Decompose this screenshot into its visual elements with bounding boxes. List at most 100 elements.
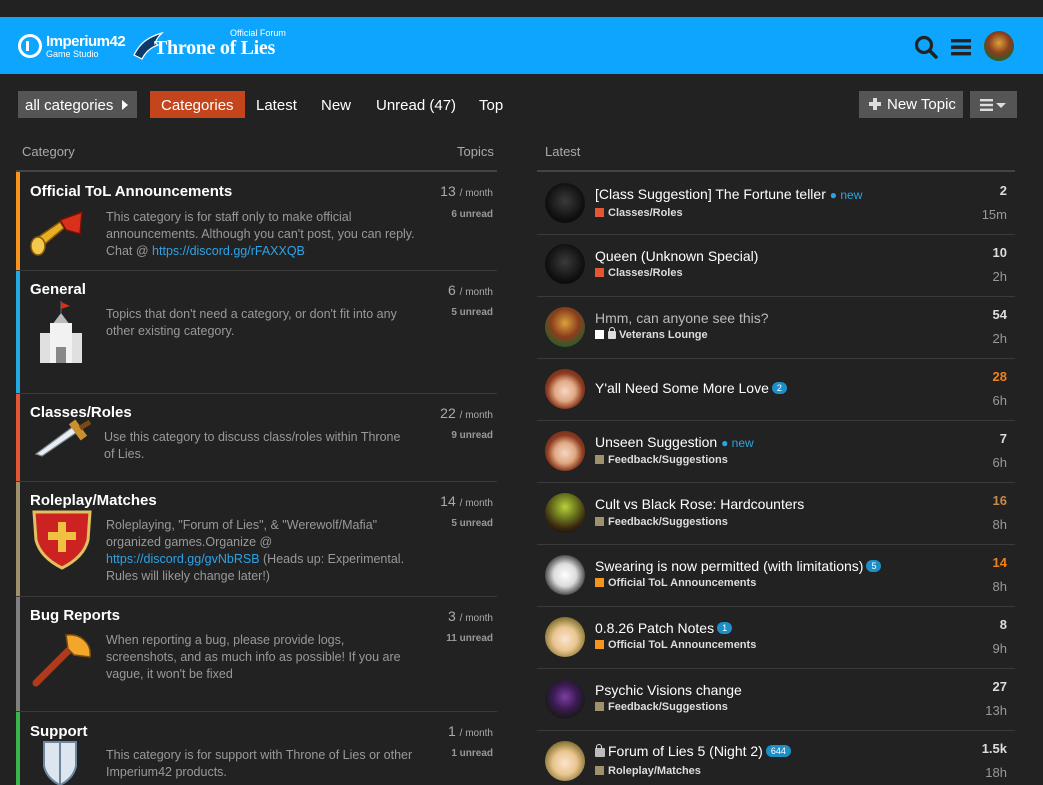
user-avatar[interactable] — [545, 369, 585, 409]
logo-sub-text: Game Studio — [46, 49, 99, 59]
category-color-bar — [16, 712, 20, 785]
tab-new[interactable]: New — [321, 91, 351, 118]
topic-title-text: Y'all Need Some More Love — [595, 380, 769, 396]
unread-count[interactable]: 1 unread — [451, 748, 493, 759]
activity-age[interactable]: 18h — [985, 765, 1007, 780]
activity-age[interactable]: 13h — [985, 703, 1007, 718]
user-avatar[interactable] — [545, 244, 585, 284]
topic-row[interactable]: Psychic Visions change Feedback/Suggesti… — [537, 669, 1015, 731]
user-avatar[interactable] — [545, 431, 585, 471]
category-row[interactable]: Classes/Roles Use this category to discu… — [16, 394, 497, 482]
topic-category[interactable]: Official ToL Announcements — [595, 577, 756, 589]
list-caret-icon — [980, 99, 1006, 111]
topic-row[interactable]: Swearing is now permitted (with limitati… — [537, 545, 1015, 607]
discord-link[interactable]: https://discord.gg/gvNbRSB — [106, 552, 260, 566]
activity-age[interactable]: 2h — [993, 269, 1007, 284]
user-avatar[interactable] — [545, 493, 585, 533]
topic-title[interactable]: Swearing is now permitted (with limitati… — [595, 558, 882, 574]
topic-title[interactable]: Forum of Lies 5 (Night 2) 644 — [595, 743, 791, 759]
topic-title[interactable]: 0.8.26 Patch Notes 1 — [595, 620, 733, 636]
category-description: Topics that don't need a category, or do… — [106, 307, 397, 338]
activity-age[interactable]: 6h — [993, 455, 1007, 470]
category-description: This category is for staff only to make … — [106, 209, 416, 260]
tab-unread[interactable]: Unread (47) — [376, 91, 456, 118]
topic-title[interactable]: Y'all Need Some More Love 2 — [595, 380, 787, 396]
topic-category[interactable]: Official ToL Announcements — [595, 639, 756, 651]
castle-icon — [40, 301, 82, 363]
topic-category[interactable]: Feedback/Suggestions — [595, 701, 728, 713]
category-description: Use this category to discuss class/roles… — [104, 430, 401, 461]
unread-count[interactable]: 5 unread — [451, 518, 493, 529]
topic-title[interactable]: Cult vs Black Rose: Hardcounters — [595, 496, 804, 512]
imperium42-logo[interactable]: Imperium42 Game Studio — [18, 31, 128, 61]
activity-age[interactable]: 6h — [993, 393, 1007, 408]
category-color-bar — [16, 482, 20, 596]
topic-title[interactable]: [Class Suggestion] The Fortune teller ● … — [595, 186, 862, 202]
topic-row[interactable]: Forum of Lies 5 (Night 2) 644 Roleplay/Ma… — [537, 731, 1015, 785]
hamburger-menu-icon[interactable] — [948, 33, 976, 61]
category-swatch — [595, 640, 604, 649]
category-column-header: Category — [22, 144, 75, 159]
topic-count-value: 1 — [447, 723, 456, 739]
user-avatar[interactable] — [545, 617, 585, 657]
new-topic-button[interactable]: New Topic — [859, 91, 963, 118]
category-name[interactable]: General — [30, 281, 86, 298]
category-description: Roleplaying, "Forum of Lies", & "Werewol… — [106, 517, 416, 585]
category-dropdown[interactable]: all categories — [18, 91, 137, 118]
topic-row[interactable]: Unseen Suggestion ● new Feedback/Suggest… — [537, 421, 1015, 483]
topic-row[interactable]: Cult vs Black Rose: Hardcounters Feedbac… — [537, 483, 1015, 545]
post-count: 1.5k — [981, 741, 1007, 756]
activity-age[interactable]: 9h — [993, 641, 1007, 656]
search-icon[interactable] — [912, 33, 940, 61]
topic-title[interactable]: Unseen Suggestion ● new — [595, 434, 754, 450]
list-options-button[interactable] — [970, 91, 1017, 118]
unread-count[interactable]: 5 unread — [451, 307, 493, 318]
unread-count[interactable]: 6 unread — [451, 209, 493, 220]
activity-age[interactable]: 15m — [982, 207, 1007, 222]
topic-category-label: Classes/Roles — [608, 207, 683, 219]
user-avatar[interactable] — [545, 183, 585, 223]
category-row[interactable]: Roleplay/Matches Roleplaying, "Forum of … — [16, 482, 497, 597]
tab-latest[interactable]: Latest — [256, 91, 297, 118]
topic-title[interactable]: Psychic Visions change — [595, 682, 742, 698]
post-count: 10 — [992, 245, 1007, 260]
discord-link[interactable]: https://discord.gg/rFAXXQB — [152, 244, 305, 258]
topic-category[interactable]: Classes/Roles — [595, 207, 683, 219]
topic-category[interactable]: Classes/Roles — [595, 267, 683, 279]
activity-age[interactable]: 8h — [993, 579, 1007, 594]
topic-row[interactable]: Queen (Unknown Special) Classes/Roles 10… — [537, 235, 1015, 297]
tab-top[interactable]: Top — [479, 91, 503, 118]
user-avatar[interactable] — [545, 555, 585, 595]
category-row[interactable]: General Topics that don't need a categor… — [16, 271, 497, 394]
activity-age[interactable]: 2h — [993, 331, 1007, 346]
category-swatch — [595, 702, 604, 711]
user-avatar[interactable] — [545, 679, 585, 719]
tab-categories[interactable]: Categories — [150, 91, 245, 118]
topic-title-text: Unseen Suggestion — [595, 434, 718, 450]
top-strip — [0, 0, 1043, 17]
user-avatar[interactable] — [984, 31, 1014, 61]
category-row[interactable]: Bug Reports When reporting a bug, please… — [16, 597, 497, 712]
throne-of-lies-logo[interactable]: Official Forum Throne of Lies — [132, 25, 297, 69]
topic-row[interactable]: [Class Suggestion] The Fortune teller ● … — [537, 172, 1015, 235]
logo-main-text: Imperium42 — [46, 33, 126, 50]
user-avatar[interactable] — [545, 741, 585, 781]
topic-title[interactable]: Hmm, can anyone see this? — [595, 310, 769, 326]
unread-count[interactable]: 9 unread — [451, 430, 493, 441]
category-name[interactable]: Bug Reports — [30, 607, 120, 624]
topic-category[interactable]: Feedback/Suggestions — [595, 454, 728, 466]
unread-count[interactable]: 11 unread — [446, 633, 493, 644]
category-row[interactable]: Official ToL Announcements This category… — [16, 172, 497, 271]
category-row[interactable]: Support This category is for support wit… — [16, 712, 497, 785]
category-name[interactable]: Official ToL Announcements — [30, 183, 232, 200]
topic-category[interactable]: Feedback/Suggestions — [595, 516, 728, 528]
user-avatar[interactable] — [545, 307, 585, 347]
topic-row[interactable]: 0.8.26 Patch Notes 1 Official ToL Announc… — [537, 607, 1015, 669]
topic-title[interactable]: Queen (Unknown Special) — [595, 248, 758, 264]
activity-age[interactable]: 8h — [993, 517, 1007, 532]
topic-row[interactable]: Hmm, can anyone see this? Veterans Loung… — [537, 297, 1015, 359]
topic-category[interactable]: Veterans Lounge — [595, 327, 708, 341]
topic-row[interactable]: Y'all Need Some More Love 2 28 6h — [537, 359, 1015, 421]
post-count: 54 — [992, 307, 1007, 322]
topic-category[interactable]: Roleplay/Matches — [595, 765, 701, 777]
